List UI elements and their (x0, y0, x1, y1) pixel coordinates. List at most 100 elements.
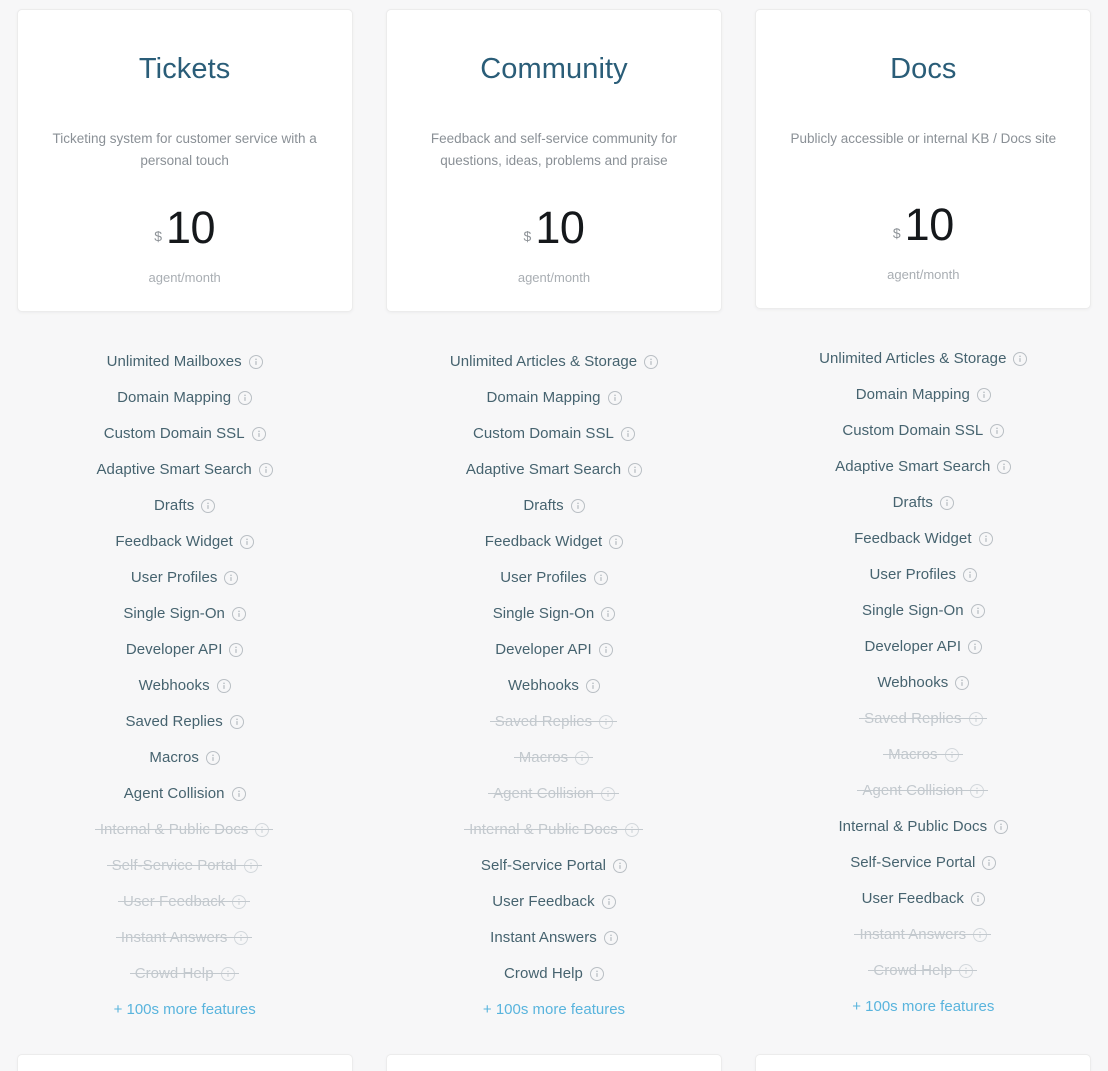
info-icon[interactable] (600, 787, 615, 801)
feature-row: Unlimited Mailboxes (107, 343, 263, 379)
info-icon[interactable] (971, 892, 985, 906)
feature-label: Saved Replies (494, 712, 593, 730)
info-icon[interactable] (976, 388, 991, 402)
info-icon[interactable] (644, 355, 659, 369)
info-icon[interactable] (944, 748, 959, 762)
info-icon[interactable] (575, 751, 590, 765)
info-icon[interactable] (624, 823, 639, 837)
feature-label: Macros (888, 745, 938, 763)
plan-description: Publicly accessible or internal KB / Doc… (790, 131, 1057, 147)
info-icon[interactable] (251, 427, 266, 441)
info-icon[interactable] (963, 568, 978, 582)
plan-card-community[interactable]: Community Feedback and self-service commu… (385, 9, 722, 312)
info-icon[interactable] (201, 499, 216, 513)
info-icon[interactable] (570, 499, 585, 513)
feature-label: Self-Service Portal (850, 853, 976, 871)
plan-card-docs[interactable]: Docs Publicly accessible or internal KB /… (755, 9, 1092, 309)
info-icon[interactable] (1013, 352, 1028, 366)
info-icon[interactable] (255, 823, 270, 837)
plan-title: Docs (890, 53, 957, 85)
feature-label: Crowd Help (134, 964, 214, 982)
info-icon[interactable] (231, 607, 246, 621)
next-plan-card-peek[interactable] (16, 1054, 353, 1071)
feature-row: Webhooks (877, 664, 970, 700)
feature-row: Instant Answers (854, 916, 991, 952)
info-icon[interactable] (997, 460, 1012, 474)
currency-symbol: $ (523, 228, 532, 244)
feature-row: Drafts (893, 484, 954, 520)
next-plan-card-peek[interactable] (385, 1054, 722, 1071)
info-icon[interactable] (607, 391, 622, 405)
info-icon[interactable] (589, 967, 604, 981)
info-icon[interactable] (205, 751, 220, 765)
feature-label: Domain Mapping (117, 388, 232, 406)
info-icon[interactable] (243, 859, 258, 873)
feature-label: Saved Replies (864, 709, 962, 727)
feature-label: Saved Replies (125, 712, 223, 730)
info-icon[interactable] (229, 643, 244, 657)
feature-label: User Feedback (861, 889, 964, 907)
next-plan-card-peek[interactable] (755, 1054, 1092, 1071)
info-icon[interactable] (628, 463, 643, 477)
info-icon[interactable] (232, 895, 247, 909)
info-icon[interactable] (978, 532, 993, 546)
info-icon[interactable] (955, 676, 970, 690)
info-icon[interactable] (229, 715, 244, 729)
info-icon[interactable] (613, 859, 628, 873)
info-icon[interactable] (599, 715, 614, 729)
info-icon[interactable] (959, 964, 974, 978)
info-icon[interactable] (620, 427, 635, 441)
feature-row: Custom Domain SSL (104, 415, 266, 451)
info-icon[interactable] (593, 571, 608, 585)
feature-row: Saved Replies (489, 703, 618, 739)
info-icon[interactable] (994, 820, 1009, 834)
info-icon[interactable] (234, 931, 249, 945)
info-icon[interactable] (603, 931, 618, 945)
info-icon[interactable] (968, 640, 983, 654)
info-icon[interactable] (968, 712, 983, 726)
feature-label: Adaptive Smart Search (465, 460, 622, 478)
feature-label: Developer API (495, 640, 592, 658)
more-features-link[interactable]: + 100s more features (114, 1001, 256, 1018)
info-icon[interactable] (982, 856, 997, 870)
info-icon[interactable] (939, 496, 954, 510)
info-icon[interactable] (585, 679, 600, 693)
currency-symbol: $ (154, 228, 163, 244)
feature-label: Internal & Public Docs (469, 820, 618, 838)
info-icon[interactable] (239, 535, 254, 549)
feature-label: User Profiles (500, 568, 587, 586)
feature-label: Agent Collision (493, 784, 594, 802)
more-features-link[interactable]: + 100s more features (483, 1001, 625, 1018)
info-icon[interactable] (990, 424, 1005, 438)
info-icon[interactable] (970, 784, 985, 798)
info-icon[interactable] (609, 535, 624, 549)
feature-label: Instant Answers (859, 925, 967, 943)
info-icon[interactable] (220, 967, 235, 981)
feature-label: Internal & Public Docs (99, 820, 249, 838)
info-icon[interactable] (601, 607, 616, 621)
info-icon[interactable] (238, 391, 253, 405)
feature-row: Domain Mapping (856, 376, 991, 412)
info-icon[interactable] (973, 928, 988, 942)
info-icon[interactable] (231, 787, 246, 801)
plan-title: Community (480, 53, 628, 85)
feature-label: Adaptive Smart Search (835, 457, 991, 475)
feature-row: Domain Mapping (117, 379, 253, 415)
feature-label: Domain Mapping (855, 385, 970, 403)
info-icon[interactable] (601, 895, 616, 909)
feature-label: Developer API (125, 640, 223, 658)
info-icon[interactable] (248, 355, 263, 369)
feature-label: Custom Domain SSL (842, 421, 984, 439)
info-icon[interactable] (216, 679, 231, 693)
info-icon[interactable] (224, 571, 239, 585)
feature-label: Webhooks (877, 673, 949, 691)
plan-card-tickets[interactable]: Tickets Ticketing system for customer ser… (16, 9, 353, 312)
info-icon[interactable] (970, 604, 985, 618)
more-features-link[interactable]: + 100s more features (852, 998, 994, 1015)
next-card-column (739, 1054, 1108, 1071)
feature-label: Instant Answers (490, 928, 597, 946)
feature-row: Self-Service Portal (850, 844, 997, 880)
info-icon[interactable] (258, 463, 273, 477)
info-icon[interactable] (598, 643, 613, 657)
feature-row: User Profiles (500, 559, 608, 595)
